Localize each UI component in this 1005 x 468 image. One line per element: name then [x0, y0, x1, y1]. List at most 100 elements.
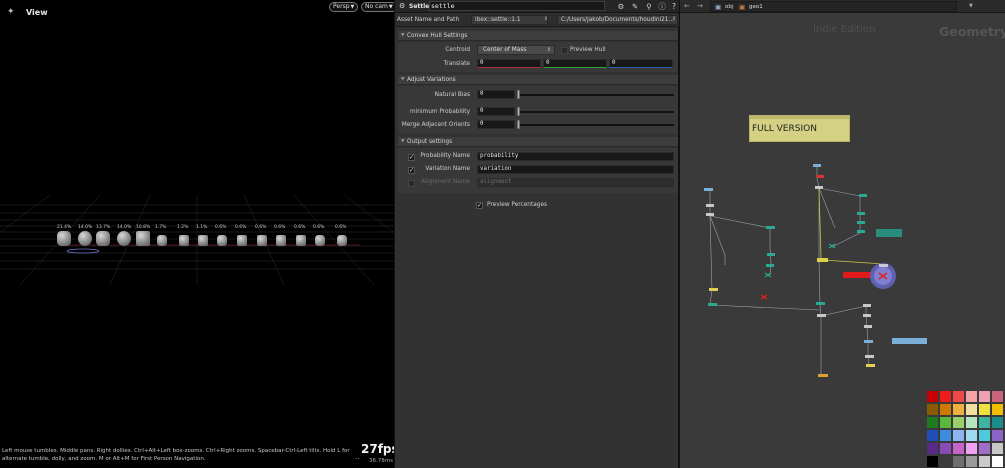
settled-object[interactable]: [336, 234, 348, 246]
color-swatch[interactable]: [927, 404, 938, 415]
color-swatch[interactable]: [953, 443, 964, 454]
color-swatch[interactable]: [940, 404, 951, 415]
adjust-variations-section-header[interactable]: ▼ Adjust Variations: [398, 75, 678, 85]
color-swatch[interactable]: [966, 391, 977, 402]
settled-object[interactable]: [314, 234, 326, 246]
color-swatch[interactable]: [940, 456, 951, 467]
color-swatch[interactable]: [966, 417, 977, 428]
color-swatch[interactable]: [966, 430, 977, 441]
convex-hull-section-header[interactable]: ▼ Convex Hull Settings: [398, 31, 678, 41]
color-swatch[interactable]: [992, 404, 1003, 415]
variation-name-field[interactable]: variation: [477, 165, 674, 174]
search-icon[interactable]: ⚲: [644, 2, 654, 12]
natural-bias-label: Natural Bias: [434, 92, 470, 98]
info-icon[interactable]: ⓘ: [657, 2, 667, 12]
color-swatch[interactable]: [966, 456, 977, 467]
gear-icon[interactable]: ⚙: [616, 2, 626, 12]
color-swatch[interactable]: [953, 456, 964, 467]
houdini-window: ✦ View Persp▼ No cam▼ 21.4% 14.0% 13.7% 14.…: [0, 0, 1005, 468]
color-swatch[interactable]: [953, 430, 964, 441]
color-swatch[interactable]: [979, 430, 990, 441]
scene-viewport[interactable]: ✦ View Persp▼ No cam▼ 21.4% 14.0% 13.7% 14.…: [0, 0, 394, 468]
settled-object[interactable]: [256, 234, 268, 246]
settled-object[interactable]: [78, 231, 92, 246]
settled-object[interactable]: [236, 234, 248, 246]
merge-orients-slider-track[interactable]: [518, 124, 674, 126]
percentage-label: 14.0%: [78, 225, 93, 230]
frame-time-readout: 36.78ms: [369, 458, 393, 464]
color-swatch[interactable]: [953, 404, 964, 415]
min-probability-slider-track[interactable]: [518, 111, 674, 113]
natural-bias-field[interactable]: 0: [477, 90, 515, 99]
color-swatch[interactable]: [927, 417, 938, 428]
spinner-icon[interactable]: ⇕: [672, 16, 676, 22]
color-swatch[interactable]: [940, 391, 951, 402]
translate-z-field[interactable]: 0: [609, 59, 673, 68]
persp-menu-button[interactable]: Persp▼: [329, 2, 359, 12]
settled-object[interactable]: [275, 234, 287, 246]
color-swatch[interactable]: [979, 391, 990, 402]
percentage-label: 10.8%: [136, 225, 151, 230]
settled-object[interactable]: [216, 234, 228, 246]
color-swatch[interactable]: [979, 417, 990, 428]
min-probability-field[interactable]: 0: [477, 107, 515, 116]
asset-path-field[interactable]: C:/Users/jakob/Documents/houdini21...: [557, 15, 678, 25]
settled-object[interactable]: [156, 234, 168, 246]
color-swatch[interactable]: [966, 443, 977, 454]
settled-object[interactable]: [197, 234, 209, 246]
percentage-label: 0.6%: [274, 225, 286, 230]
settled-object[interactable]: [136, 231, 150, 246]
merge-orients-field[interactable]: 0: [477, 120, 515, 129]
asset-row: Asset Name and Path ibex::settle::1.1 ⇕ …: [395, 14, 679, 27]
color-palette: [926, 390, 1004, 467]
natural-bias-slider-track[interactable]: [518, 94, 674, 96]
camera-menu-button[interactable]: No cam▼: [361, 2, 394, 12]
color-swatch[interactable]: [927, 443, 938, 454]
help-icon[interactable]: ?: [669, 2, 679, 12]
color-swatch[interactable]: [992, 456, 1003, 467]
color-swatch[interactable]: [940, 443, 951, 454]
wrench-icon[interactable]: ✎: [630, 2, 640, 12]
node-name-field[interactable]: settle: [429, 1, 605, 11]
preview-hull-label: Preview Hull: [570, 47, 606, 53]
alignment-name-field[interactable]: alignment: [477, 178, 674, 187]
color-swatch[interactable]: [940, 417, 951, 428]
color-swatch[interactable]: [927, 456, 938, 467]
translate-x-field[interactable]: 0: [477, 59, 541, 68]
centroid-menu[interactable]: Center of Mass ⇕: [477, 45, 555, 55]
settled-object[interactable]: [295, 234, 307, 246]
color-swatch[interactable]: [992, 391, 1003, 402]
color-swatch[interactable]: [992, 443, 1003, 454]
color-swatch[interactable]: [979, 456, 990, 467]
color-swatch[interactable]: [940, 430, 951, 441]
settled-object[interactable]: [117, 231, 131, 246]
natural-bias-slider-handle[interactable]: [517, 90, 520, 99]
color-swatch[interactable]: [992, 417, 1003, 428]
viewport-title: ✦ View: [7, 7, 48, 17]
color-swatch[interactable]: [953, 391, 964, 402]
translate-y-field[interactable]: 0: [543, 59, 607, 68]
color-swatch[interactable]: [992, 430, 1003, 441]
output-settings-section-header[interactable]: ▼ Output settings: [398, 137, 678, 147]
settled-object[interactable]: [178, 234, 190, 246]
spinner-icon[interactable]: ⇕: [544, 16, 548, 22]
settled-object[interactable]: [96, 231, 110, 246]
color-swatch[interactable]: [979, 443, 990, 454]
merge-orients-label: Merge Adjacent Orients: [401, 122, 470, 128]
color-swatch[interactable]: [927, 430, 938, 441]
color-swatch[interactable]: [966, 404, 977, 415]
merge-orients-slider-handle[interactable]: [517, 120, 520, 129]
probability-name-field[interactable]: probability: [477, 152, 674, 161]
collapse-icon: ▼: [401, 139, 405, 144]
centroid-label: Centroid: [445, 47, 470, 53]
color-swatch[interactable]: [953, 417, 964, 428]
preview-hull-checkbox[interactable]: [561, 47, 568, 54]
network-editor[interactable]: ← → ▣ obj ▣ geo1 ▼ Indie Edition Geometr…: [680, 0, 1005, 468]
color-swatch[interactable]: [979, 404, 990, 415]
min-probability-slider-handle[interactable]: [517, 107, 520, 116]
preview-percentages-checkbox[interactable]: ✓: [476, 202, 483, 209]
color-swatch[interactable]: [927, 391, 938, 402]
asset-name-field[interactable]: ibex::settle::1.1: [471, 15, 548, 25]
viewer-state-icon[interactable]: ✦: [7, 7, 17, 17]
settled-object[interactable]: [57, 231, 71, 246]
